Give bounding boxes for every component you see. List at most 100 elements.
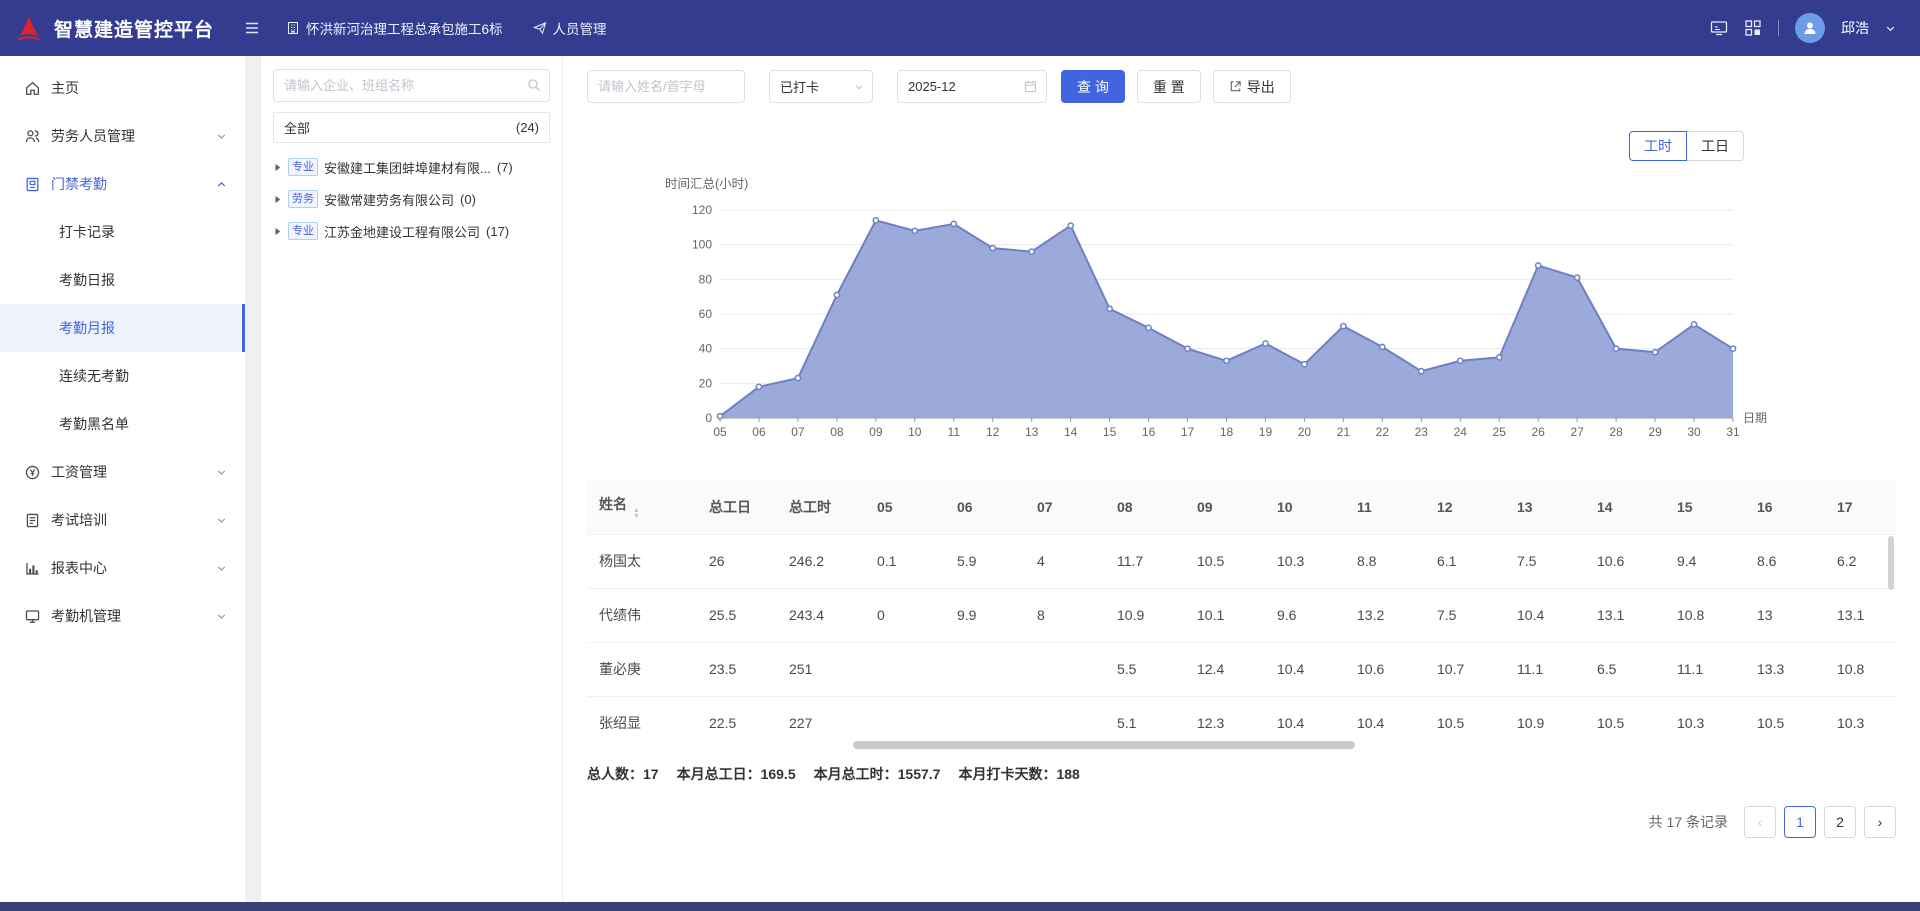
sidebar-item-labor-management[interactable]: 劳务人员管理 bbox=[0, 112, 245, 160]
cell-day-hours: 11.7 bbox=[1105, 534, 1185, 588]
horizontal-scrollbar-thumb[interactable] bbox=[853, 741, 1355, 749]
name-search-input[interactable] bbox=[587, 70, 745, 103]
cell-day-hours: 11.1 bbox=[1505, 642, 1585, 696]
sidebar-subitem-monthly-report[interactable]: 考勤月报 bbox=[0, 304, 245, 352]
y-axis-tick-label: 20 bbox=[699, 376, 713, 390]
table-scroll-area[interactable]: 姓名▲▼总工日总工时05060708091011121314151617杨国太2… bbox=[587, 480, 1896, 738]
column-header-day: 16 bbox=[1745, 480, 1825, 534]
project-selector[interactable]: 怀洪新河治理工程总承包施工6标 bbox=[286, 18, 503, 38]
org-search-input[interactable] bbox=[273, 69, 550, 102]
column-header-day: 11 bbox=[1345, 480, 1425, 534]
horizontal-scrollbar[interactable] bbox=[587, 740, 1896, 750]
cell-day-hours: 10.5 bbox=[1185, 534, 1265, 588]
sidebar-subitem-daily-report[interactable]: 考勤日报 bbox=[0, 256, 245, 304]
sidebar-subitem-label: 连续无考勤 bbox=[59, 366, 129, 386]
sidebar-item-report-center[interactable]: 报表中心 bbox=[0, 544, 245, 592]
company-type-tag: 专业 bbox=[288, 158, 318, 176]
unit-toggle-row: 工时工日 bbox=[587, 131, 1896, 161]
reset-button[interactable]: 重 置 bbox=[1137, 70, 1201, 103]
cell-day-hours: 13.1 bbox=[1825, 588, 1896, 642]
select-chevron-icon bbox=[854, 82, 864, 92]
cell-total-hours: 246.2 bbox=[777, 534, 865, 588]
cell-day-hours: 6.5 bbox=[1585, 642, 1665, 696]
table-row: 杨国太26246.20.15.9411.710.510.38.86.17.510… bbox=[587, 534, 1896, 588]
cell-day-hours: 10.6 bbox=[1345, 642, 1425, 696]
month-picker[interactable]: 2025-12 bbox=[897, 70, 1047, 103]
y-axis-tick-label: 40 bbox=[699, 342, 713, 356]
sidebar-nav: 主页劳务人员管理门禁考勤打卡记录考勤日报考勤月报连续无考勤考勤黑名单工资管理考试… bbox=[0, 56, 245, 902]
vertical-scrollbar-thumb[interactable] bbox=[1888, 536, 1894, 590]
org-tree-item[interactable]: 劳务安徽常建劳务有限公司(0) bbox=[273, 183, 550, 215]
cell-day-hours: 10.9 bbox=[1505, 696, 1585, 738]
sidebar-item-home[interactable]: 主页 bbox=[0, 64, 245, 112]
export-button[interactable]: 导出 bbox=[1213, 70, 1291, 103]
sidebar-item-label: 劳务人员管理 bbox=[51, 126, 206, 146]
sidebar-item-attendance-machine[interactable]: 考勤机管理 bbox=[0, 592, 245, 640]
content-panel: 全部 (24) 专业安徽建工集团蚌埠建材有限...(7)劳务安徽常建劳务有限公司… bbox=[261, 56, 1920, 902]
cell-day-hours: 10.4 bbox=[1345, 696, 1425, 738]
cell-total-days: 22.5 bbox=[697, 696, 777, 738]
user-avatar[interactable] bbox=[1795, 13, 1825, 43]
sidebar-item-label: 考试培训 bbox=[51, 510, 206, 530]
pagination-prev-button[interactable]: ‹ bbox=[1744, 806, 1776, 838]
tree-expand-icon[interactable] bbox=[273, 195, 282, 204]
tree-expand-icon[interactable] bbox=[273, 163, 282, 172]
sort-icon[interactable]: ▲▼ bbox=[633, 508, 640, 520]
sidebar-item-salary-management[interactable]: 工资管理 bbox=[0, 448, 245, 496]
x-axis-tick-label: 24 bbox=[1454, 425, 1468, 439]
x-axis-tick-label: 17 bbox=[1181, 425, 1195, 439]
column-header-name[interactable]: 姓名▲▼ bbox=[587, 480, 697, 534]
cell-worker-name: 董必庚 bbox=[587, 642, 697, 696]
org-all-row[interactable]: 全部 (24) bbox=[273, 112, 550, 143]
column-header-day: 07 bbox=[1025, 480, 1105, 534]
cell-total-hours: 227 bbox=[777, 696, 865, 738]
search-icon[interactable] bbox=[527, 78, 541, 92]
chevron-down-icon bbox=[216, 563, 227, 574]
cell-day-hours: 10.8 bbox=[1825, 642, 1896, 696]
cell-total-days: 25.5 bbox=[697, 588, 777, 642]
data-point bbox=[1458, 358, 1463, 363]
org-tree-item[interactable]: 专业江苏金地建设工程有限公司(17) bbox=[273, 215, 550, 247]
x-axis-tick-label: 19 bbox=[1259, 425, 1273, 439]
data-point bbox=[1575, 275, 1580, 280]
attendance-table: 姓名▲▼总工日总工时05060708091011121314151617杨国太2… bbox=[587, 480, 1896, 738]
pagination-page-2[interactable]: 2 bbox=[1824, 806, 1856, 838]
sidebar-subitem-clock-records[interactable]: 打卡记录 bbox=[0, 208, 245, 256]
data-point bbox=[1497, 355, 1502, 360]
y-axis-tick-label: 120 bbox=[692, 203, 712, 217]
data-point bbox=[912, 228, 917, 233]
table-header-row: 姓名▲▼总工日总工时05060708091011121314151617 bbox=[587, 480, 1896, 534]
tree-expand-icon[interactable] bbox=[273, 227, 282, 236]
org-tree-item[interactable]: 专业安徽建工集团蚌埠建材有限...(7) bbox=[273, 151, 550, 183]
query-button[interactable]: 查 询 bbox=[1061, 70, 1125, 103]
area-fill bbox=[720, 220, 1733, 418]
sidebar-item-access-attendance[interactable]: 门禁考勤 bbox=[0, 160, 245, 208]
sidebar-subitem-continuous-absence[interactable]: 连续无考勤 bbox=[0, 352, 245, 400]
calendar-icon bbox=[1024, 80, 1037, 93]
exam-icon bbox=[24, 512, 41, 529]
x-axis-tick-label: 10 bbox=[908, 425, 922, 439]
pagination-page-1[interactable]: 1 bbox=[1784, 806, 1816, 838]
x-axis-tick-label: 15 bbox=[1103, 425, 1117, 439]
cell-day-hours: 10.6 bbox=[1585, 534, 1665, 588]
collapse-menu-icon[interactable] bbox=[244, 20, 260, 36]
data-point bbox=[1730, 346, 1735, 351]
toggle-work-hours[interactable]: 工时 bbox=[1629, 131, 1687, 161]
clock-status-select[interactable]: 已打卡 bbox=[769, 70, 873, 103]
org-search bbox=[273, 69, 550, 102]
x-axis-tick-label: 26 bbox=[1532, 425, 1546, 439]
cell-worker-name: 代绩伟 bbox=[587, 588, 697, 642]
cell-day-hours: 10.5 bbox=[1585, 696, 1665, 738]
data-point bbox=[1263, 341, 1268, 346]
data-point bbox=[1302, 362, 1307, 367]
nav-personnel-management[interactable]: 人员管理 bbox=[533, 18, 607, 38]
sidebar-item-exam-training[interactable]: 考试培训 bbox=[0, 496, 245, 544]
sidebar-subitem-attendance-blacklist[interactable]: 考勤黑名单 bbox=[0, 400, 245, 448]
pagination-next-button[interactable]: › bbox=[1864, 806, 1896, 838]
toggle-work-days[interactable]: 工日 bbox=[1686, 131, 1744, 161]
column-header-day: 12 bbox=[1425, 480, 1505, 534]
apps-grid-icon[interactable] bbox=[1744, 19, 1762, 37]
user-name[interactable]: 邱浩 bbox=[1841, 18, 1869, 38]
screen-monitor-icon[interactable] bbox=[1710, 19, 1728, 37]
user-menu-chevron-icon[interactable] bbox=[1885, 23, 1896, 34]
